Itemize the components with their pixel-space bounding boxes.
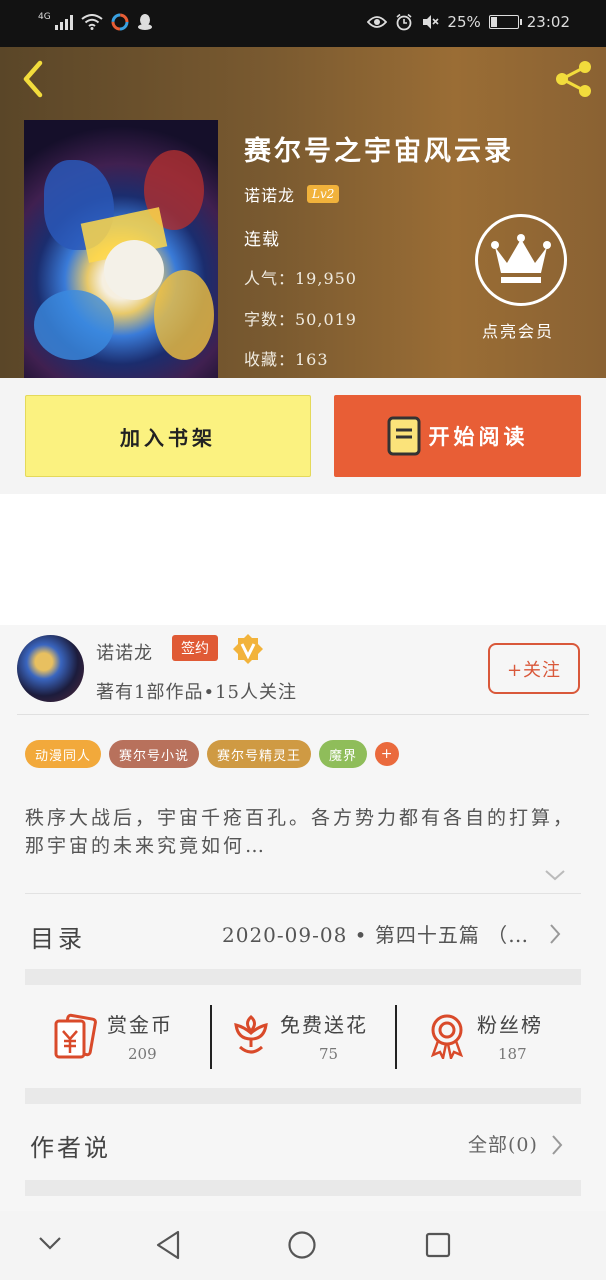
signal-icon [54, 14, 73, 30]
author-name[interactable]: 诺诺龙 [96, 639, 153, 665]
author-says-label: 作者说 [30, 1134, 111, 1162]
book-popularity: 人气：19,950 [244, 269, 357, 288]
add-to-shelf-label: 加入书架 [120, 425, 216, 450]
collapse-icon[interactable] [38, 1235, 62, 1251]
tag-item[interactable]: 动漫同人 [25, 740, 102, 768]
book-word-count: 字数：50,019 [244, 310, 357, 329]
free-flowers[interactable]: 免费送花 75 [212, 985, 395, 1088]
start-reading-label: 开始阅读 [428, 424, 529, 449]
book-favorites: 收藏：163 [244, 350, 329, 369]
mute-icon [423, 15, 439, 29]
more-tags-button[interactable]: + [375, 742, 400, 766]
add-to-shelf-button[interactable]: 加入书架 [25, 395, 311, 477]
stat-label: 粉丝榜 [477, 1013, 543, 1037]
back-icon[interactable] [154, 1229, 182, 1261]
divider [25, 893, 581, 894]
book-description: 秩序大战后，宇宙千疮百孔。各方势力都有各自的打算，那宇宙的未来究竟如何… [25, 807, 576, 857]
tag-item[interactable]: 赛尔号小说 [109, 740, 200, 768]
status-right: 25% 23:02 [367, 13, 570, 31]
chevron-right-icon [552, 1135, 563, 1155]
chevron-right-icon [550, 924, 561, 944]
crown-icon [491, 234, 551, 283]
view-all-link[interactable]: 全部(0) [468, 1130, 538, 1157]
battery-percent: 25% [447, 13, 481, 31]
stats-bar: 赏金币 209 免费送花 75 粉丝榜 187 [25, 985, 581, 1088]
alarm-icon [396, 13, 412, 31]
battery-icon [488, 15, 522, 29]
book-cover[interactable] [24, 120, 218, 378]
stat-value: 75 [319, 1045, 339, 1063]
medal-icon [430, 1014, 464, 1059]
action-bar: 加入书架 开始阅读 [0, 378, 606, 494]
follow-label: +关注 [506, 659, 562, 681]
tag-item[interactable]: 赛尔号精灵王 [207, 740, 312, 768]
back-arrow-icon[interactable] [18, 59, 48, 99]
vip-label[interactable]: 点亮会员 [482, 318, 554, 342]
clock: 23:02 [526, 13, 570, 31]
stat-label: 赏金币 [107, 1013, 173, 1037]
section-gap [25, 969, 581, 985]
tag-list: 动漫同人 赛尔号小说 赛尔号精灵王 魔界 + [25, 740, 400, 768]
book-author-line: 诺诺龙 Lv2 [244, 182, 340, 206]
tag-item[interactable]: 魔界 [319, 740, 368, 768]
signed-badge: 签约 [172, 635, 218, 661]
network-type: 4G [38, 12, 51, 22]
follow-button[interactable]: +关注 [488, 643, 580, 694]
system-nav-bar [0, 1211, 606, 1280]
book-icon [387, 416, 420, 456]
section-gap [25, 1088, 581, 1104]
qq-icon [137, 14, 152, 30]
author-level-badge: Lv2 [307, 185, 340, 203]
latest-chapter: 2020-09-08 • 第四十五篇 （… [222, 923, 530, 947]
blank-space [0, 494, 606, 625]
author-card: 诺诺龙 签约 著有1部作品•15人关注 +关注 [0, 625, 606, 715]
chevron-down-icon[interactable] [544, 868, 566, 882]
share-icon[interactable] [552, 57, 596, 101]
author-says-row[interactable]: 作者说 全部(0) [0, 1104, 606, 1180]
app-icon [111, 13, 129, 31]
wifi-icon [81, 14, 103, 30]
recent-apps-icon[interactable] [424, 1231, 452, 1259]
book-status: 连载 [244, 230, 280, 250]
divider [17, 714, 589, 715]
verified-v-icon [233, 634, 263, 664]
start-reading-button[interactable]: 开始阅读 [334, 395, 581, 477]
avatar[interactable] [17, 635, 84, 702]
author-info: 著有1部作品•15人关注 [96, 682, 297, 703]
stat-label: 免费送花 [280, 1013, 368, 1037]
red-envelope-icon [54, 1013, 97, 1059]
toc-label: 目录 [30, 925, 86, 953]
flower-icon [234, 1015, 268, 1054]
section-gap [25, 1180, 581, 1196]
eye-icon [367, 16, 388, 28]
vip-button[interactable] [475, 214, 567, 306]
book-author[interactable]: 诺诺龙 [244, 182, 295, 206]
home-icon[interactable] [287, 1230, 317, 1260]
stat-value: 187 [498, 1045, 527, 1063]
reward-coins[interactable]: 赏金币 209 [25, 985, 210, 1088]
book-title: 赛尔号之宇宙风云录 [244, 136, 514, 167]
stat-value: 209 [128, 1045, 157, 1063]
battery-level [490, 17, 498, 27]
status-left: 4G [38, 12, 153, 31]
book-header: 赛尔号之宇宙风云录 诺诺龙 Lv2 连载 人气：19,950 字数：50,019… [0, 47, 606, 378]
fan-ranking[interactable]: 粉丝榜 187 [397, 985, 581, 1088]
status-bar: 4G 25% 23:02 [0, 0, 606, 47]
table-of-contents-row[interactable]: 目录 2020-09-08 • 第四十五篇 （… [0, 895, 606, 969]
